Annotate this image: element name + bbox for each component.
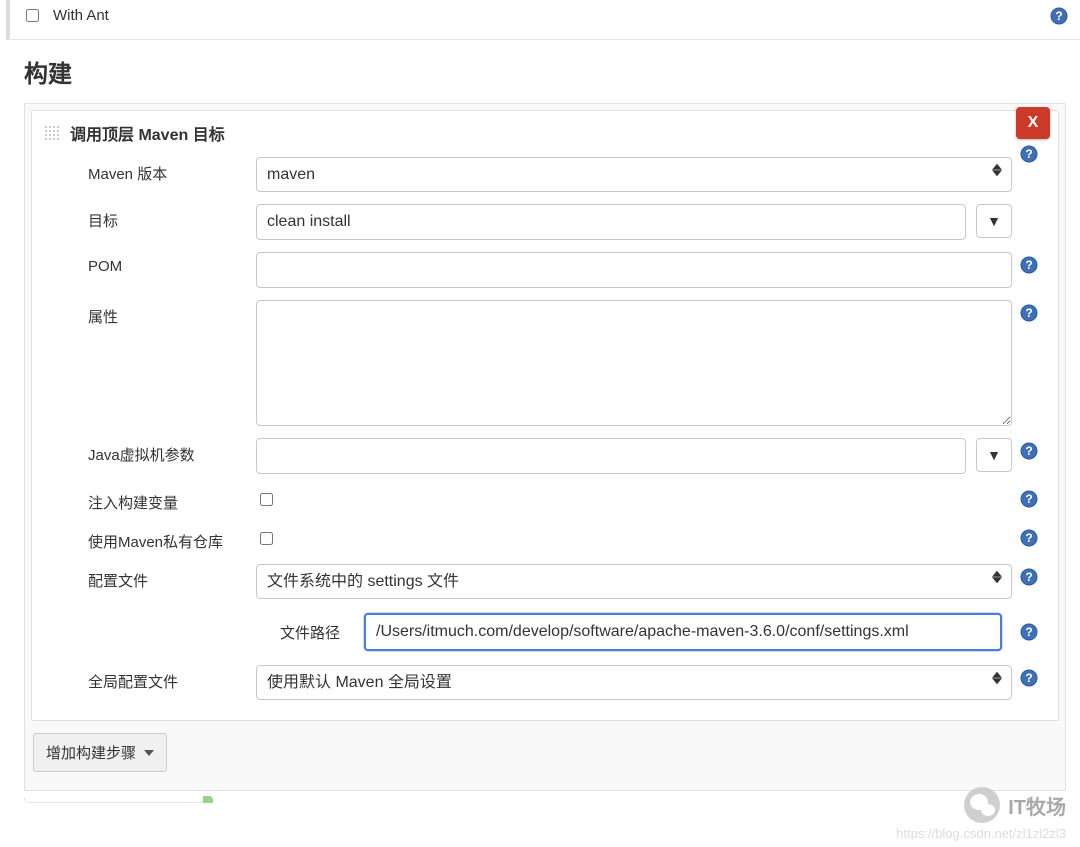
checkbox-inject-vars[interactable] bbox=[260, 493, 273, 506]
expand-button[interactable]: ▼ bbox=[976, 204, 1012, 238]
row-global-settings: 全局配置文件 使用默认 Maven 全局设置 bbox=[32, 659, 1058, 706]
help-icon[interactable] bbox=[1020, 490, 1038, 508]
row-pom: POM bbox=[32, 246, 1058, 294]
row-settings-filepath: 文件路径 bbox=[32, 605, 1058, 659]
help-icon[interactable] bbox=[1020, 442, 1038, 460]
select-global-settings[interactable]: 使用默认 Maven 全局设置 bbox=[256, 665, 1012, 700]
label-global-settings: 全局配置文件 bbox=[88, 665, 256, 692]
row-settings: 配置文件 文件系统中的 settings 文件 bbox=[32, 558, 1058, 605]
row-jvm-opts: Java虚拟机参数 ▼ bbox=[32, 432, 1058, 480]
wechat-icon bbox=[964, 787, 1000, 823]
help-icon[interactable] bbox=[1050, 7, 1068, 25]
input-settings-filepath[interactable] bbox=[364, 613, 1002, 651]
row-goals: 目标 ▼ bbox=[32, 198, 1058, 246]
checkbox-private-repo[interactable] bbox=[260, 532, 273, 545]
help-icon[interactable] bbox=[1020, 256, 1038, 274]
textarea-properties[interactable] bbox=[256, 300, 1012, 426]
label-properties: 属性 bbox=[88, 300, 256, 327]
expand-button[interactable]: ▼ bbox=[976, 438, 1012, 472]
row-properties: 属性 bbox=[32, 294, 1058, 432]
add-build-step-label: 增加构建步骤 bbox=[46, 742, 136, 763]
select-maven-version[interactable]: maven bbox=[256, 157, 1012, 192]
label-goals: 目标 bbox=[88, 204, 256, 231]
input-goals[interactable] bbox=[256, 204, 966, 240]
row-private-repo: 使用Maven私有仓库 bbox=[32, 519, 1058, 558]
help-icon[interactable] bbox=[1020, 568, 1038, 586]
label-file-path: 文件路径 bbox=[280, 622, 364, 643]
step-header: 调用顶层 Maven 目标 X bbox=[32, 111, 1058, 151]
add-build-step-button[interactable]: 增加构建步骤 bbox=[33, 733, 167, 772]
watermark: IT牧场 bbox=[964, 787, 1066, 823]
row-inject-vars: 注入构建变量 bbox=[32, 480, 1058, 519]
help-icon[interactable] bbox=[1020, 623, 1038, 641]
build-steps-panel: 调用顶层 Maven 目标 X Maven 版本 maven 目标 ▼ bbox=[24, 103, 1066, 791]
chevron-down-icon bbox=[144, 750, 154, 756]
help-icon[interactable] bbox=[1020, 529, 1038, 547]
with-ant-label: With Ant bbox=[53, 7, 109, 24]
watermark-url: https://blog.csdn.net/zl1zl2zl3 bbox=[896, 826, 1066, 841]
row-maven-version: Maven 版本 maven bbox=[32, 151, 1058, 198]
input-jvm-opts[interactable] bbox=[256, 438, 966, 474]
with-ant-checkbox[interactable] bbox=[26, 9, 39, 22]
help-icon[interactable] bbox=[1020, 304, 1038, 322]
with-ant-row: With Ant bbox=[6, 0, 1080, 40]
label-pom: POM bbox=[88, 252, 256, 275]
watermark-text: IT牧场 bbox=[1008, 791, 1066, 820]
input-pom[interactable] bbox=[256, 252, 1012, 288]
help-icon[interactable] bbox=[1020, 669, 1038, 687]
label-jvm-opts: Java虚拟机参数 bbox=[88, 438, 256, 465]
label-inject-vars: 注入构建变量 bbox=[88, 486, 256, 513]
tab-indicator bbox=[24, 797, 204, 803]
delete-step-button[interactable]: X bbox=[1016, 107, 1050, 139]
drag-handle-icon[interactable] bbox=[44, 125, 60, 141]
maven-build-step: 调用顶层 Maven 目标 X Maven 版本 maven 目标 ▼ bbox=[31, 110, 1059, 721]
section-title-build: 构建 bbox=[0, 40, 1080, 103]
label-private-repo: 使用Maven私有仓库 bbox=[88, 525, 256, 552]
label-maven-version: Maven 版本 bbox=[88, 157, 256, 184]
label-settings: 配置文件 bbox=[88, 564, 256, 591]
select-settings[interactable]: 文件系统中的 settings 文件 bbox=[256, 564, 1012, 599]
step-title: 调用顶层 Maven 目标 bbox=[70, 121, 225, 145]
